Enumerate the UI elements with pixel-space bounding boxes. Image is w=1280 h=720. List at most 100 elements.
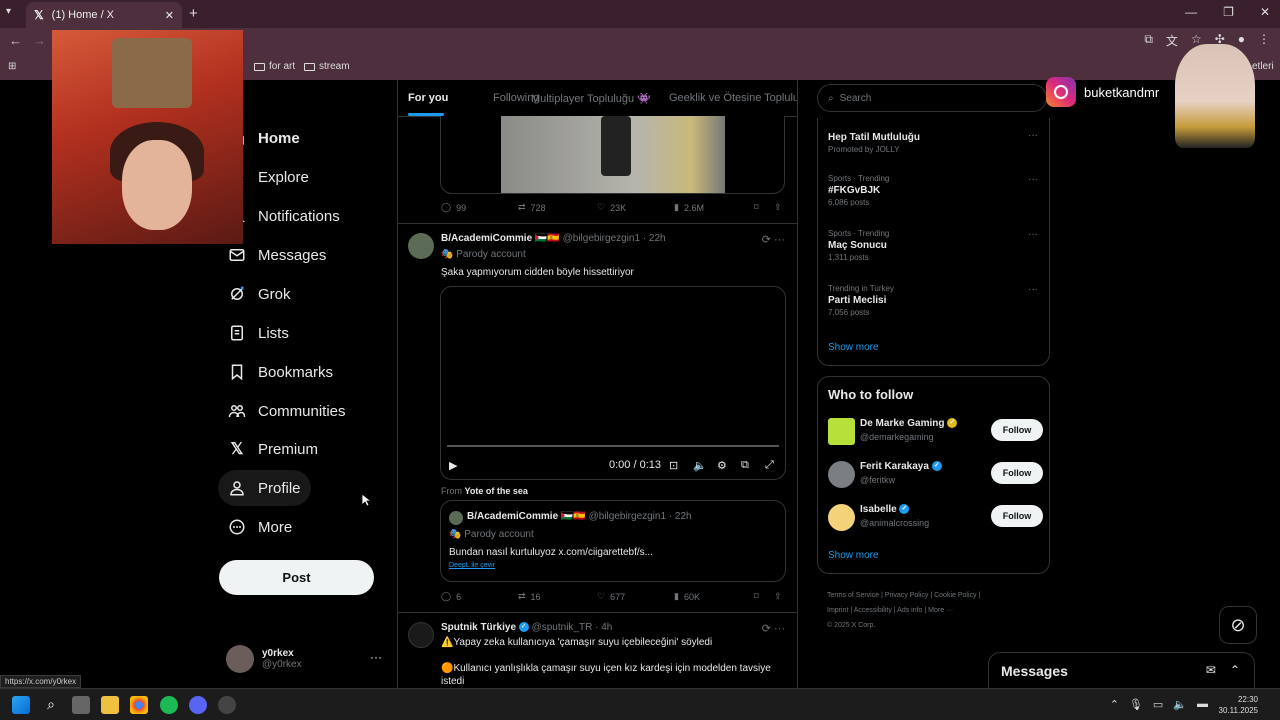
- account-switcher[interactable]: y0rkex @y0rkex ···: [226, 644, 386, 674]
- play-icon[interactable]: ▶: [449, 459, 457, 472]
- views-button[interactable]: ▮ 2.6M: [674, 202, 704, 213]
- nav-grok[interactable]: Grok: [218, 276, 301, 312]
- author-handle[interactable]: @sputnik_TR: [532, 622, 593, 633]
- microphone-icon[interactable]: 🎙: [1129, 698, 1143, 711]
- more-dots-icon[interactable]: ···: [1028, 284, 1038, 295]
- follow-button[interactable]: Follow: [991, 419, 1043, 441]
- show-more-link[interactable]: Show more: [828, 342, 879, 353]
- trend-item[interactable]: Sports · Trending Maç Sonucu 1,311 posts…: [828, 229, 1038, 262]
- nav-bookmarks[interactable]: Bookmarks: [218, 354, 343, 390]
- like-button[interactable]: ♡ 23K: [597, 202, 626, 213]
- more-dots-icon[interactable]: ···: [1028, 130, 1038, 141]
- post-button[interactable]: Post: [219, 560, 374, 595]
- fullscreen-icon[interactable]: ⤢: [765, 459, 774, 472]
- browser-tab[interactable]: 𝕏 (1) Home / X ✕: [26, 2, 182, 28]
- maximize-icon[interactable]: ❐: [1223, 5, 1234, 19]
- more-dots-icon[interactable]: ···: [1028, 229, 1038, 240]
- author-handle[interactable]: @bilgebirgezgin1: [563, 233, 640, 244]
- pip-icon[interactable]: ⧉: [741, 459, 749, 472]
- expand-icon[interactable]: ⌃: [1230, 663, 1240, 677]
- translate-icon[interactable]: 文: [1166, 32, 1178, 49]
- back-icon[interactable]: ←: [9, 33, 22, 48]
- chrome-icon[interactable]: [130, 696, 148, 714]
- translate-link[interactable]: DeepL ile çevir: [449, 562, 495, 569]
- network-icon[interactable]: ▭: [1153, 698, 1163, 711]
- tweet-time[interactable]: · 4h: [595, 622, 612, 633]
- nav-premium[interactable]: 𝕏 Premium: [218, 431, 328, 467]
- nav-communities[interactable]: Communities: [218, 393, 356, 429]
- tweet-media[interactable]: [440, 116, 785, 194]
- bookmark-button[interactable]: ⌑: [754, 202, 759, 213]
- settings-icon[interactable]: ⚙: [717, 459, 727, 472]
- new-tab-icon[interactable]: +: [189, 5, 198, 22]
- nav-lists[interactable]: Lists: [218, 315, 299, 351]
- trend-item[interactable]: Sports · Trending #FKGvBJK 6,086 posts ·…: [828, 174, 1038, 207]
- window-close-icon[interactable]: ✕: [1260, 5, 1270, 19]
- follow-suggestion[interactable]: Ferit Karakaya ✓ @feritkw Follow: [828, 461, 1043, 491]
- nav-more[interactable]: More: [218, 509, 302, 545]
- tray-chevron-icon[interactable]: ⌃: [1110, 698, 1119, 711]
- apps-grid-icon[interactable]: ⊞: [8, 61, 16, 72]
- forward-icon[interactable]: →: [33, 33, 46, 48]
- tab-search-chevron-icon[interactable]: ▾: [6, 6, 11, 17]
- tweet-more-icon[interactable]: ⟳ ···: [762, 233, 785, 246]
- follow-suggestion[interactable]: De Marke Gaming ✓ @demarkegaming Follow: [828, 418, 1043, 448]
- share-button[interactable]: ⇪: [774, 202, 782, 213]
- captions-icon[interactable]: ⊡: [669, 459, 678, 472]
- tweet-time[interactable]: · 22h: [643, 233, 666, 244]
- video-source[interactable]: From Yote of the sea: [441, 486, 528, 496]
- tab-multiplayer[interactable]: Multiplayer Topluluğu 👾: [531, 92, 651, 105]
- volume-icon[interactable]: 🔈: [693, 459, 707, 472]
- task-view-icon[interactable]: [72, 696, 90, 714]
- views-button[interactable]: ▮ 60K: [674, 591, 700, 602]
- start-icon[interactable]: [12, 696, 30, 714]
- quoted-tweet[interactable]: B/AcademiCommie 🇵🇸🇪🇸 @bilgebirgezgin1 · …: [440, 500, 786, 582]
- reply-button[interactable]: ◯ 6: [441, 591, 461, 602]
- repost-button[interactable]: ⇄ 16: [518, 591, 541, 602]
- tweet-more-icon[interactable]: ⟳ ···: [762, 622, 785, 635]
- follow-suggestion[interactable]: Isabelle ✓ @animalcrossing Follow: [828, 504, 1043, 534]
- author-name[interactable]: Sputnik Türkiye: [441, 622, 516, 633]
- spotify-icon[interactable]: [160, 696, 178, 714]
- search-icon[interactable]: ⌕: [42, 696, 60, 714]
- close-tab-icon[interactable]: ✕: [165, 9, 174, 22]
- reply-button[interactable]: ◯ 99: [441, 202, 466, 213]
- clock[interactable]: 22:30 30.11.2025: [1219, 694, 1258, 716]
- more-dots-icon[interactable]: ···: [1028, 174, 1038, 185]
- browser-menu-icon[interactable]: ⋮: [1258, 32, 1270, 49]
- file-explorer-icon[interactable]: [101, 696, 119, 714]
- minimize-icon[interactable]: —: [1185, 5, 1197, 19]
- app-icon[interactable]: [218, 696, 236, 714]
- follow-button[interactable]: Follow: [991, 505, 1043, 527]
- avatar[interactable]: [408, 233, 434, 259]
- messages-drawer[interactable]: Messages ✉ ⌃: [988, 652, 1255, 688]
- show-more-link[interactable]: Show more: [828, 550, 879, 561]
- discord-icon[interactable]: [189, 696, 207, 714]
- battery-icon[interactable]: ▬: [1197, 698, 1208, 711]
- repost-button[interactable]: ⇄ 728: [518, 202, 546, 213]
- bookmark-folder-stream[interactable]: stream: [304, 61, 350, 72]
- more-dots-icon[interactable]: ···: [370, 650, 382, 664]
- new-message-icon[interactable]: ✉: [1206, 663, 1216, 677]
- grok-floating-button[interactable]: ⊘: [1219, 606, 1257, 644]
- nav-profile[interactable]: Profile: [218, 470, 311, 506]
- trend-item[interactable]: Trending in Turkey Parti Meclisi 7,056 p…: [828, 284, 1038, 317]
- profile-icon[interactable]: ●: [1238, 32, 1245, 49]
- follow-button[interactable]: Follow: [991, 462, 1043, 484]
- video-player[interactable]: ▶ 0:00 / 0:13 ⊡ 🔈 ⚙ ⧉ ⤢: [440, 286, 786, 480]
- volume-icon[interactable]: 🔈: [1173, 698, 1187, 711]
- search-input[interactable]: ⌕ Search: [817, 84, 1047, 112]
- tab-geeklik[interactable]: Geeklik ve Ötesine Topluluğ: [669, 92, 797, 104]
- tab-for-you[interactable]: For you: [408, 92, 448, 104]
- avatar[interactable]: [408, 622, 434, 648]
- bookmark-folder-for-art[interactable]: for art: [254, 61, 295, 72]
- like-button[interactable]: ♡ 677: [597, 591, 625, 602]
- share-button[interactable]: ⇪: [774, 591, 782, 602]
- bookmark-button[interactable]: ⌑: [754, 591, 759, 602]
- repost-icon: ⇄: [518, 202, 526, 212]
- video-progress[interactable]: [447, 445, 779, 447]
- install-icon[interactable]: ⧉: [1144, 32, 1153, 49]
- trend-item[interactable]: Hep Tatil Mutluluğu Promoted by JOLLY ··…: [828, 130, 1038, 154]
- author-name[interactable]: B/AcademiCommie: [441, 233, 532, 244]
- bookmark-partial[interactable]: etleri: [1252, 61, 1274, 72]
